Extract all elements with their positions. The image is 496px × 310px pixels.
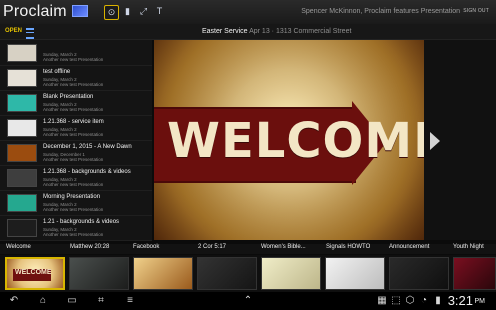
- battery-icon: ▮: [435, 295, 441, 306]
- list-item[interactable]: 1.21.368 - service item Sunday, March 2 …: [0, 115, 152, 141]
- presentation-thumb: [7, 144, 37, 162]
- slide-thumb[interactable]: [453, 257, 496, 290]
- presentation-list: Sunday, March 2 Another new test Present…: [0, 40, 152, 241]
- presentation-title: test offline: [43, 69, 71, 75]
- mini-welcome-text: WELCOME: [15, 269, 52, 276]
- monitor-icon[interactable]: [72, 5, 88, 17]
- screenshot-icon[interactable]: ⌗: [95, 295, 107, 307]
- presentation-subtitle: Another new test Presentation: [43, 232, 104, 237]
- system-bar: ↶ ⌂ ▭ ⌗ ≡ ⌃ ▦ ⬚ ⬡ ◔ ▮ 3:21 PM: [0, 292, 496, 310]
- slide-thumb[interactable]: [389, 257, 449, 290]
- presentation-thumb: [7, 69, 37, 87]
- fullscreen-icon[interactable]: ⤢: [137, 5, 150, 18]
- presentation-thumb: [7, 94, 37, 112]
- next-arrow-icon[interactable]: [430, 132, 440, 150]
- presentation-thumb: [7, 219, 37, 237]
- clock-ampm: PM: [474, 298, 486, 305]
- list-item[interactable]: 1.21.368 - backgrounds & videos Sunday, …: [0, 165, 152, 191]
- slide-label: Announcement: [389, 244, 430, 250]
- slide-strip: WELCOME: [0, 255, 496, 292]
- open-label[interactable]: OPEN: [5, 28, 22, 34]
- presentation-subtitle: Another new test Presentation: [43, 182, 104, 187]
- slide-label: Signals HOWTO: [326, 244, 371, 250]
- next-panel: [424, 40, 496, 240]
- user-info: Spencer McKinnon, Proclaim features Pres…: [301, 8, 460, 15]
- service-name: Easter Service: [202, 28, 248, 35]
- presentation-title: 1.21.368 - service item: [43, 119, 104, 125]
- list-item[interactable]: Blank Presentation Sunday, March 2 Anoth…: [0, 90, 152, 116]
- presentation-subtitle: Another new test Presentation: [43, 107, 104, 112]
- slide-label: Facebook: [133, 244, 160, 250]
- chevron-up-icon[interactable]: ⌃: [242, 295, 254, 307]
- presentation-title: December 1, 2015 - A New Dawn: [43, 144, 132, 150]
- slide-thumb-welcome[interactable]: WELCOME: [5, 257, 65, 290]
- slide-thumb[interactable]: [261, 257, 321, 290]
- slide-thumb[interactable]: [69, 257, 129, 290]
- presentation-subtitle: Another new test Presentation: [43, 57, 104, 62]
- welcome-banner-text: WELCOME: [167, 113, 424, 169]
- recent-apps-icon[interactable]: ▭: [66, 295, 78, 307]
- slide-label: Women's Bible...: [261, 244, 306, 250]
- text-icon[interactable]: T: [153, 5, 166, 18]
- presentation-title: 1.21.368 - backgrounds & videos: [43, 169, 131, 175]
- presentation-title: Blank Presentation: [43, 94, 94, 100]
- list-item[interactable]: 1.21 - backgrounds & videos Sunday, Marc…: [0, 215, 152, 241]
- list-item[interactable]: Morning Presentation Sunday, March 2 Ano…: [0, 190, 152, 216]
- menu-icon[interactable]: ≡: [124, 295, 136, 307]
- status-icons: ⬚: [391, 295, 401, 306]
- list-item[interactable]: December 1, 2015 - A New Dawn Sunday, De…: [0, 140, 152, 166]
- slide-preview[interactable]: WELCOME: [154, 40, 424, 240]
- presentation-subtitle: Another new test Presentation: [43, 82, 104, 87]
- app-logo: Proclaim: [3, 3, 67, 20]
- presentation-subtitle: Another new test Presentation: [43, 157, 104, 162]
- presentation-title: 1.21 - backgrounds & videos: [43, 219, 120, 225]
- back-icon[interactable]: ↶: [8, 295, 20, 307]
- status-icons: ▦: [377, 295, 387, 306]
- select-tool-icon[interactable]: ⊙: [104, 5, 119, 20]
- list-item[interactable]: test offline Sunday, March 2 Another new…: [0, 65, 152, 91]
- service-meta: Apr 13 · 1313 Commercial Street: [249, 28, 352, 35]
- slide-label: Youth Night: [453, 244, 484, 250]
- list-item[interactable]: Sunday, March 2 Another new test Present…: [0, 40, 152, 66]
- sign-out-link[interactable]: SIGN OUT: [463, 8, 489, 14]
- presentation-thumb: [7, 119, 37, 137]
- presentation-title: Morning Presentation: [43, 194, 101, 200]
- presentation-subtitle: Another new test Presentation: [43, 132, 104, 137]
- slide-thumb[interactable]: [325, 257, 385, 290]
- slide-label: Matthew 20:28: [70, 244, 110, 250]
- status-icons: ⬡: [405, 295, 415, 306]
- wifi-icon: ◔: [420, 295, 428, 306]
- slides-icon[interactable]: ▮: [121, 5, 134, 18]
- slide-thumb[interactable]: [133, 257, 193, 290]
- service-bar: OPEN Easter Service Apr 13 · 1313 Commer…: [0, 24, 496, 40]
- presentation-subtitle: Another new test Presentation: [43, 207, 104, 212]
- list-icon[interactable]: [26, 28, 34, 39]
- slide-thumb[interactable]: [197, 257, 257, 290]
- slide-label: Welcome: [6, 244, 31, 250]
- service-info: Easter Service Apr 13 · 1313 Commercial …: [202, 28, 351, 35]
- home-icon[interactable]: ⌂: [37, 295, 49, 307]
- top-bar: Proclaim ⊙ ▮ ⤢ T Spencer McKinnon, Procl…: [0, 0, 496, 24]
- slide-label: 2 Cor 5:17: [198, 244, 227, 250]
- presentation-thumb: [7, 169, 37, 187]
- clock-time: 3:21: [447, 293, 473, 308]
- presentation-thumb: [7, 194, 37, 212]
- presentation-thumb: [7, 44, 37, 62]
